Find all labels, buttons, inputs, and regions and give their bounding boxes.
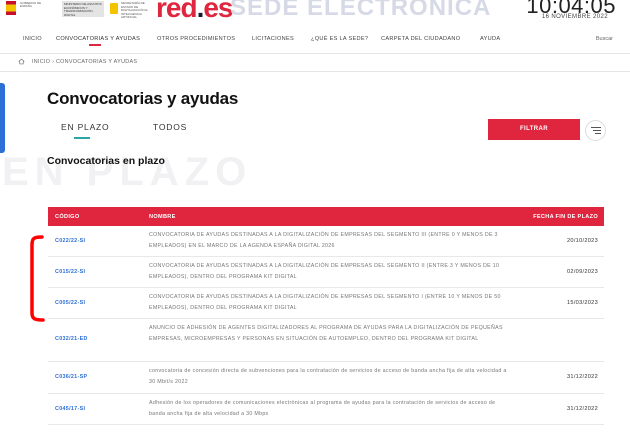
red-annotation-bracket [30,235,45,322]
brand-logo[interactable]: red.es [156,0,234,24]
row-code[interactable]: C032/21-ED [55,336,88,342]
brand-name: red [156,0,198,23]
row-name: ANUNCIO DE ADHESIÓN DE AGENTES DIGITALIZ… [149,325,503,342]
table-row[interactable]: C015/22-SI CONVOCATORIA DE AYUDAS DESTIN… [48,257,604,288]
active-tab-indicator [74,137,90,139]
nav-item-otros-procedimientos[interactable]: OTROS PROCEDIMIENTOS [157,36,235,42]
secretaria-emblem-icon [110,3,118,14]
accessibility-side-tab[interactable] [0,83,5,153]
ministry-label: MINISTERIO DE ASUNTOS ECONÓMICOS Y TRANS… [64,2,102,17]
search-button[interactable]: Buscar [596,36,613,42]
row-name: convocatoria de concesión directa de sub… [149,368,507,385]
page-title: Convocatorias y ayudas [47,89,239,108]
row-date: 31/12/2022 [567,406,598,412]
brand-suffix: es [203,0,233,23]
spain-flag-icon [6,1,16,15]
nav-active-indicator [89,44,101,46]
site-header: GOBIERNO DE ESPAÑA MINISTERIO DE ASUNTOS… [0,0,630,24]
row-code[interactable]: C036/21-SP [55,374,87,380]
nav-item-licitaciones[interactable]: LICITACIONES [252,36,294,42]
row-name: Adhesión de los operadores de comunicaci… [149,400,496,417]
gov-label: GOBIERNO DE ESPAÑA [20,1,42,9]
row-code[interactable]: C045/17-SI [55,406,85,412]
table-row[interactable]: C022/22-SI CONVOCATORIA DE AYUDAS DESTIN… [48,226,604,257]
filter-button[interactable]: FILTRAR [488,119,580,140]
tab-en-plazo[interactable]: EN PLAZO [61,122,109,132]
nav-item-convocatorias[interactable]: CONVOCATORIAS Y AYUDAS [56,36,140,42]
row-code[interactable]: C005/22-SI [55,300,85,306]
table-row[interactable]: C045/17-SI Adhesión de los operadores de… [48,394,604,425]
nav-item-inicio[interactable]: INICIO [23,36,42,42]
convocatorias-table: CÓDIGO NOMBRE FECHA FIN DE PLAZO C022/22… [48,207,604,425]
table-header: CÓDIGO NOMBRE FECHA FIN DE PLAZO [48,207,604,226]
main-nav: INICIO CONVOCATORIAS Y AYUDAS OTROS PROC… [0,28,630,50]
row-code[interactable]: C015/22-SI [55,269,85,275]
menu-lines-icon[interactable] [585,120,606,141]
table-row[interactable]: C036/21-SP convocatoria de concesión dir… [48,362,604,394]
header-fecha: FECHA FIN DE PLAZO [533,214,598,220]
row-code[interactable]: C022/22-SI [55,238,85,244]
clock-date: 16 NOVIEMBRE 2022 [541,14,608,20]
home-icon[interactable] [18,58,25,65]
row-date: 02/09/2023 [567,269,598,275]
row-name: CONVOCATORIA DE AYUDAS DESTINADAS A LA D… [149,232,498,249]
section-title: Convocatorias en plazo [47,155,165,167]
nav-item-ayuda[interactable]: AYUDA [480,36,500,42]
row-date: 20/10/2023 [567,238,598,244]
row-name: CONVOCATORIA DE AYUDAS DESTINADAS A LA D… [149,263,500,280]
tab-todos[interactable]: TODOS [153,122,187,132]
table-row[interactable]: C032/21-ED ANUNCIO DE ADHESIÓN DE AGENTE… [48,319,604,362]
table-row[interactable]: C005/22-SI CONVOCATORIA DE AYUDAS DESTIN… [48,288,604,319]
nav-item-carpeta-ciudadano[interactable]: CARPETA DEL CIUDADANO [381,36,460,42]
header-codigo: CÓDIGO [55,214,80,220]
sede-title: SEDE ELECTRÓNICA [230,0,492,21]
nav-item-que-es-la-sede[interactable]: ¿QUÉ ES LA SEDE? [311,36,368,42]
breadcrumb-text[interactable]: INICIO › CONVOCATORIAS Y AYUDAS [32,59,137,65]
header-nombre: NOMBRE [149,214,176,220]
row-date: 15/03/2023 [567,300,598,306]
row-name: CONVOCATORIA DE AYUDAS DESTINADAS A LA D… [149,294,501,311]
row-date: 31/12/2022 [567,374,598,380]
secretaria-label: SECRETARÍA DE ESTADO DE DIGITALIZACIÓN E… [121,1,148,19]
